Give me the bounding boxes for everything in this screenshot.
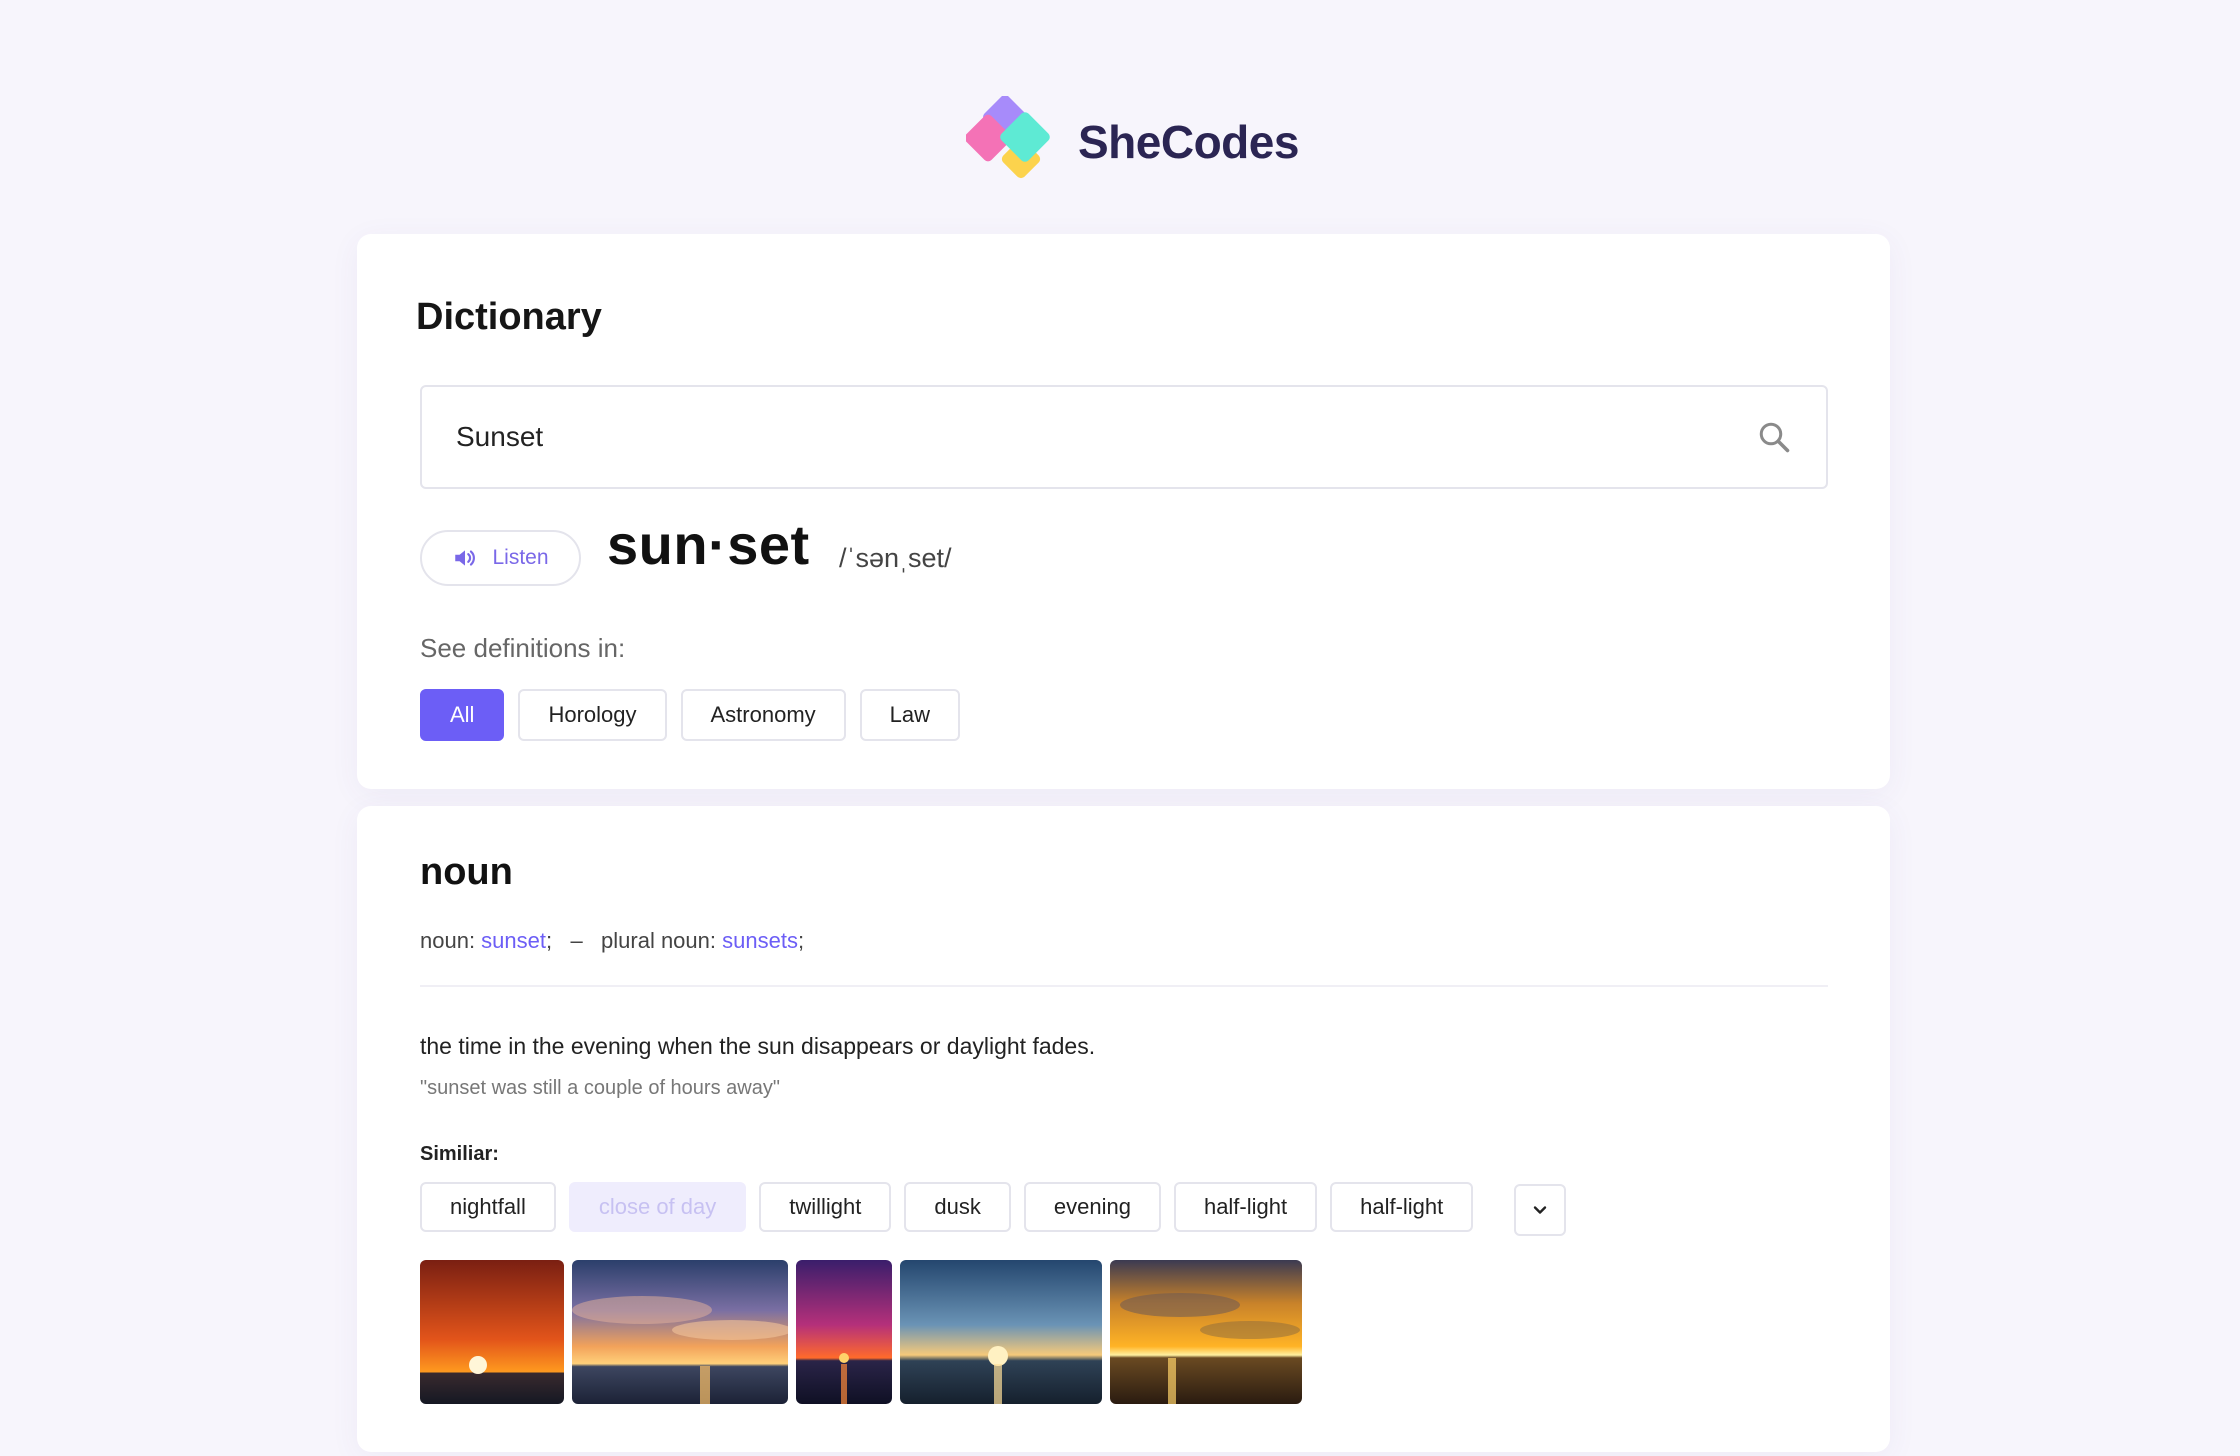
filter-all[interactable]: All [420, 689, 505, 741]
sunset-image[interactable] [1110, 1260, 1302, 1404]
similar-chip[interactable]: nightfall [420, 1182, 556, 1232]
form-separator: ; – [546, 928, 602, 953]
form-label: noun: [420, 928, 482, 953]
similar-chip[interactable]: close of day [568, 1182, 747, 1232]
similar-chips: nightfall close of day twillight dusk ev… [420, 1182, 1474, 1232]
shecodes-logo[interactable]: SheCodes [964, 95, 1299, 188]
filter-horology[interactable]: Horology [518, 689, 667, 741]
plural-label: plural noun: [601, 928, 723, 953]
form-link[interactable]: sunset [481, 928, 546, 953]
chevron-down-icon [1533, 1206, 1547, 1214]
noun-card: noun noun: sunset; – plural noun: sunset… [357, 806, 1890, 1452]
part-of-speech: noun [420, 851, 513, 893]
sunset-image[interactable] [796, 1260, 892, 1404]
dictionary-card: Dictionary Listen sun·set /ˈsənˌset/ See… [357, 234, 1890, 789]
search-icon[interactable] [1756, 419, 1792, 455]
definition: the time in the evening when the sun dis… [420, 1033, 1096, 1059]
search-box[interactable] [420, 385, 1828, 489]
brand-name: SheCodes [1078, 116, 1299, 168]
word-forms: noun: sunset; – plural noun: sunsets; [420, 928, 804, 954]
see-definitions-label: See definitions in: [420, 633, 626, 663]
filter-group: All Horology Astronomy Law [420, 689, 961, 741]
plural-link[interactable]: sunsets [722, 928, 798, 953]
divider [420, 985, 1828, 987]
image-gallery [420, 1260, 1302, 1404]
listen-button[interactable]: Listen [420, 530, 581, 586]
expand-similar-button[interactable] [1514, 1184, 1566, 1236]
speaker-icon [455, 550, 476, 566]
similar-chip[interactable]: half-light [1330, 1182, 1474, 1232]
sunset-image[interactable] [572, 1260, 788, 1404]
sunset-image[interactable] [900, 1260, 1102, 1404]
example: "sunset was still a couple of hours away… [420, 1077, 780, 1099]
similar-chip[interactable]: dusk [904, 1182, 1011, 1232]
logo-mark-icon [964, 95, 1066, 188]
page-title: Dictionary [416, 296, 602, 338]
phonetic: /ˈsənˌset/ [839, 543, 952, 573]
filter-law[interactable]: Law [859, 689, 961, 741]
filter-astronomy[interactable]: Astronomy [680, 689, 846, 741]
similar-chip[interactable]: half-light [1173, 1182, 1318, 1232]
listen-label: Listen [492, 546, 549, 569]
forms-end: ; [797, 928, 805, 953]
similar-chip[interactable]: twillight [759, 1182, 892, 1232]
sunset-image[interactable] [420, 1260, 564, 1404]
search-input[interactable] [456, 421, 1756, 453]
similar-label: Similiar: [420, 1143, 499, 1165]
headword: sun·set [607, 513, 810, 576]
similar-chip[interactable]: evening [1023, 1182, 1161, 1232]
